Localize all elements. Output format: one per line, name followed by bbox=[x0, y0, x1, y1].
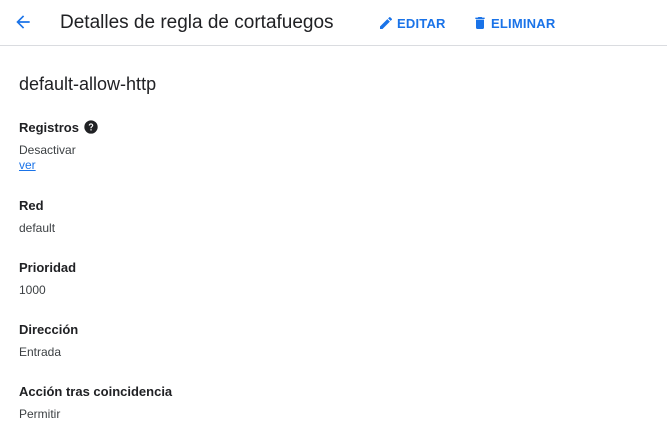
network-label: Red bbox=[19, 198, 44, 213]
direction-value: Entrada bbox=[19, 345, 62, 359]
arrow-back-icon bbox=[16, 15, 30, 29]
delete-button-label: ELIMINAR bbox=[491, 15, 556, 31]
logs-value: Desactivar bbox=[19, 143, 76, 157]
edit-button-label: EDITAR bbox=[397, 15, 446, 31]
network-value: default bbox=[19, 221, 56, 235]
delete-button[interactable]: ELIMINAR bbox=[472, 13, 555, 33]
direction-label: Dirección bbox=[19, 322, 79, 337]
help-icon bbox=[84, 120, 98, 134]
logs-label: Registros bbox=[19, 120, 79, 135]
priority-value: 1000 bbox=[19, 283, 46, 297]
edit-button[interactable]: EDITAR bbox=[378, 13, 446, 33]
trash-icon bbox=[475, 17, 485, 29]
page-header: Detalles de regla de cortafuegos EDITAR … bbox=[0, 0, 667, 46]
rule-name: default-allow-http bbox=[19, 74, 157, 94]
back-button[interactable] bbox=[10, 9, 36, 35]
page-title: Detalles de regla de cortafuegos bbox=[60, 12, 334, 33]
priority-label: Prioridad bbox=[19, 260, 77, 275]
action-label: Acción tras coincidencia bbox=[19, 384, 173, 399]
action-value: Permitir bbox=[19, 407, 61, 421]
pencil-icon bbox=[380, 16, 393, 29]
view-logs-link[interactable]: ver bbox=[19, 158, 36, 173]
help-icon-button[interactable] bbox=[83, 119, 99, 135]
